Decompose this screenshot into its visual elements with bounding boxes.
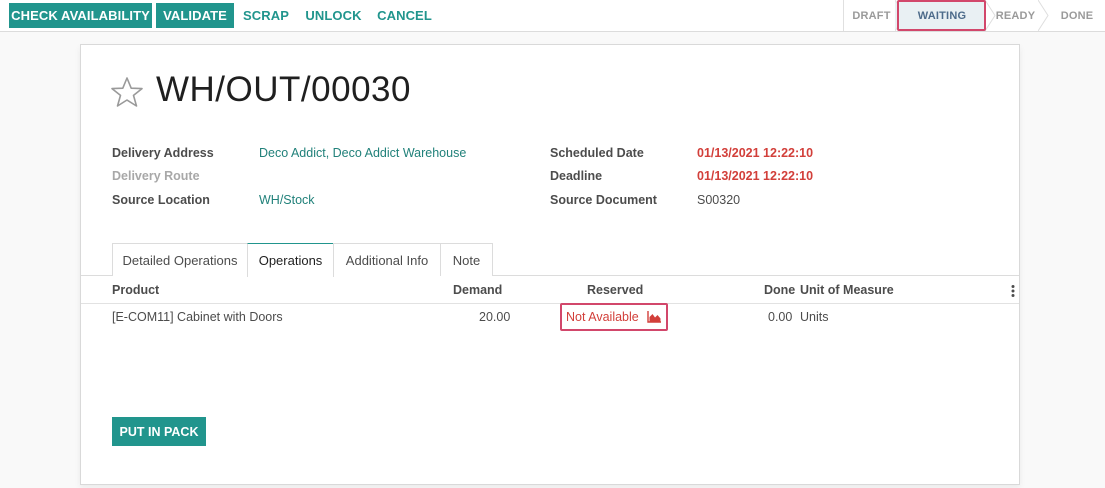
active-stage-highlight bbox=[897, 0, 986, 31]
column-header-uom[interactable]: Unit of Measure bbox=[800, 283, 894, 297]
column-header-product[interactable]: Product bbox=[112, 283, 159, 297]
row-uom[interactable]: Units bbox=[800, 310, 828, 324]
tab-note[interactable]: Note bbox=[440, 243, 493, 276]
scrap-button[interactable]: SCRAP bbox=[240, 3, 292, 28]
column-options-icon[interactable] bbox=[1010, 284, 1016, 298]
validate-button[interactable]: VALIDATE bbox=[156, 3, 234, 28]
chevron-separator-icon bbox=[1038, 0, 1049, 31]
source-location-value[interactable]: WH/Stock bbox=[259, 193, 315, 207]
delivery-address-label: Delivery Address bbox=[112, 146, 214, 160]
table-header-divider bbox=[81, 303, 1019, 304]
area-chart-icon[interactable] bbox=[647, 310, 662, 323]
delivery-route-label: Delivery Route bbox=[112, 169, 200, 183]
cancel-button[interactable]: CANCEL bbox=[374, 3, 435, 28]
row-reserved-status: Not Available bbox=[566, 310, 639, 324]
row-done[interactable]: 0.00 bbox=[768, 310, 792, 324]
unlock-button[interactable]: UNLOCK bbox=[302, 3, 365, 28]
control-panel: CHECK AVAILABILITY VALIDATE SCRAP UNLOCK… bbox=[0, 0, 1105, 32]
tab-operations[interactable]: Operations bbox=[247, 243, 334, 277]
stage-draft[interactable]: DRAFT bbox=[844, 0, 899, 31]
stage-done[interactable]: DONE bbox=[1052, 0, 1102, 31]
column-header-demand[interactable]: Demand bbox=[453, 283, 502, 297]
put-in-pack-button[interactable]: PUT IN PACK bbox=[112, 417, 206, 446]
stage-ready[interactable]: READY bbox=[993, 0, 1038, 31]
column-header-done[interactable]: Done bbox=[764, 283, 795, 297]
scheduled-date-value[interactable]: 01/13/2021 12:22:10 bbox=[697, 146, 813, 160]
source-document-label: Source Document bbox=[550, 193, 657, 207]
row-demand[interactable]: 20.00 bbox=[479, 310, 510, 324]
source-location-label: Source Location bbox=[112, 193, 210, 207]
row-product[interactable]: [E-COM11] Cabinet with Doors bbox=[112, 310, 283, 324]
check-availability-button[interactable]: CHECK AVAILABILITY bbox=[9, 3, 152, 28]
tab-detailed-operations[interactable]: Detailed Operations bbox=[112, 243, 248, 276]
column-header-reserved[interactable]: Reserved bbox=[587, 283, 643, 297]
delivery-address-value[interactable]: Deco Addict, Deco Addict Warehouse bbox=[259, 146, 466, 160]
scheduled-date-label: Scheduled Date bbox=[550, 146, 644, 160]
star-outline-icon[interactable] bbox=[110, 76, 144, 108]
tab-additional-info[interactable]: Additional Info bbox=[333, 243, 441, 276]
deadline-value[interactable]: 01/13/2021 12:22:10 bbox=[697, 169, 813, 183]
record-title: WH/OUT/00030 bbox=[156, 70, 411, 109]
source-document-value[interactable]: S00320 bbox=[697, 193, 740, 207]
deadline-label: Deadline bbox=[550, 169, 603, 183]
